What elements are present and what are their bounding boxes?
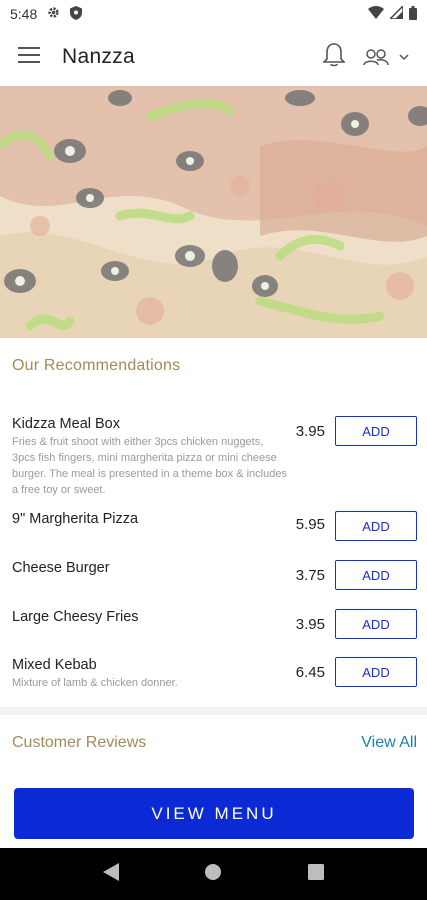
account-switch-icon[interactable] (363, 48, 409, 66)
recommendations-title: Our Recommendations (12, 357, 181, 374)
add-button[interactable]: ADD (335, 609, 417, 639)
app-title: Nanzza (62, 45, 136, 68)
signal-icon (388, 4, 404, 22)
view-menu-button[interactable]: VIEW MENU (14, 788, 414, 839)
item-description: Mixture of lamb & chicken donner. (12, 677, 178, 689)
hero-pizza-image (0, 86, 427, 338)
chevron-down-icon (399, 53, 409, 60)
recents-icon[interactable] (308, 863, 325, 885)
add-button[interactable]: ADD (335, 560, 417, 590)
menu-item: 9" Margherita Pizza 5.95 ADD (12, 511, 417, 541)
battery-icon (409, 5, 417, 23)
system-nav-bar (0, 848, 427, 900)
add-button[interactable]: ADD (335, 511, 417, 541)
add-button[interactable]: ADD (335, 657, 417, 687)
menu-item: Mixed Kebab Mixture of lamb & chicken do… (12, 657, 417, 691)
item-price: 5.95 (295, 516, 325, 533)
item-price: 3.95 (295, 616, 325, 633)
customer-reviews-title: Customer Reviews (12, 734, 147, 751)
menu-item: Cheese Burger 3.75 ADD (12, 560, 417, 590)
hamburger-menu-icon[interactable] (18, 46, 40, 68)
app-bar: Nanzza (0, 28, 427, 86)
menu-item: Kidzza Meal Box Fries & fruit shoot with… (12, 416, 417, 498)
status-bar: 5:48 (0, 0, 427, 28)
item-description: Fries & fruit shoot with either 3pcs chi… (12, 436, 287, 496)
item-price: 6.45 (295, 664, 325, 681)
back-icon[interactable] (102, 862, 119, 886)
item-price: 3.95 (295, 423, 325, 440)
home-icon[interactable] (204, 863, 222, 886)
notification-bell-icon[interactable] (322, 42, 346, 73)
menu-item: Large Cheesy Fries 3.95 ADD (12, 609, 417, 639)
section-divider (0, 707, 427, 715)
shield-icon (70, 5, 83, 23)
wifi-icon (368, 6, 384, 22)
settings-gear-icon (47, 6, 60, 22)
view-all-link[interactable]: View All (361, 734, 417, 752)
add-button[interactable]: ADD (335, 416, 417, 446)
status-time: 5:48 (10, 6, 38, 22)
item-price: 3.75 (295, 567, 325, 584)
